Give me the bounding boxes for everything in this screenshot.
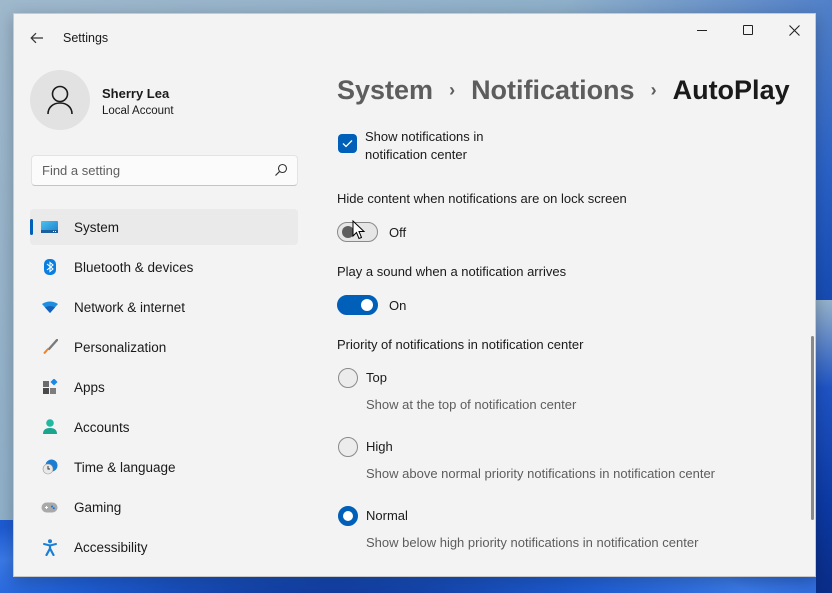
hide-content-state: Off: [389, 225, 407, 240]
priority-label: Priority of notifications in notificatio…: [337, 337, 584, 352]
account-type: Local Account: [102, 105, 174, 117]
sidebar-item-label: Network & internet: [74, 300, 186, 315]
active-indicator: [30, 219, 33, 235]
sidebar-item-bluetooth[interactable]: Bluetooth & devices: [30, 249, 298, 285]
priority-option-top-description: Show at the top of notification center: [366, 397, 577, 412]
sidebar-item-accounts[interactable]: Accounts: [30, 409, 298, 445]
priority-radio-high[interactable]: [338, 437, 358, 457]
close-icon: [788, 24, 800, 36]
breadcrumb-notifications[interactable]: Notifications: [471, 75, 635, 106]
sidebar-item-label: Gaming: [74, 500, 122, 515]
desktop-wallpaper-edge: [816, 300, 832, 593]
sidebar-item-gaming[interactable]: Gaming: [30, 489, 298, 525]
sidebar-item-label: Accessibility: [74, 540, 148, 555]
mouse-cursor-icon: [352, 220, 366, 240]
sidebar-item-apps[interactable]: Apps: [30, 369, 298, 405]
sidebar-item-label: Accounts: [74, 420, 130, 435]
minimize-icon: [697, 30, 707, 31]
title-bar: Settings: [14, 14, 815, 60]
priority-radio-top[interactable]: [338, 368, 358, 388]
sidebar-item-label: Bluetooth & devices: [74, 260, 194, 275]
maximize-button[interactable]: [725, 14, 771, 46]
person-icon: [47, 85, 73, 115]
close-button[interactable]: [771, 14, 815, 46]
search-input[interactable]: [32, 156, 262, 185]
play-sound-label: Play a sound when a notification arrives: [337, 264, 567, 279]
sidebar-item-label: System: [74, 220, 120, 235]
priority-radio-normal[interactable]: [338, 506, 358, 526]
breadcrumb-separator: ›: [449, 79, 456, 100]
breadcrumb-system[interactable]: System: [337, 75, 433, 106]
app-title: Settings: [63, 31, 109, 45]
sidebar-item-time-language[interactable]: Time & language: [30, 449, 298, 485]
paintbrush-icon: [41, 339, 58, 355]
sidebar-item-system[interactable]: System: [30, 209, 298, 245]
play-sound-toggle[interactable]: [337, 295, 378, 315]
sidebar-nav: System Bluetooth & devices Network & int…: [30, 209, 298, 569]
priority-option-normal-description: Show below high priority notifications i…: [366, 535, 699, 550]
sidebar-item-label: Time & language: [74, 460, 176, 475]
settings-window: Settings Sherry Lea Local Account Find a…: [13, 13, 816, 577]
hide-content-label: Hide content when notifications are on l…: [337, 191, 627, 206]
show-in-center-checkbox[interactable]: [338, 134, 357, 153]
maximize-icon: [743, 25, 753, 35]
page-title: AutoPlay: [672, 74, 790, 105]
gamepad-icon: [41, 499, 58, 515]
sidebar-item-personalization[interactable]: Personalization: [30, 329, 298, 365]
priority-option-high-description: Show above normal priority notifications…: [366, 466, 716, 481]
show-in-center-label: Show notifications in notification cente…: [365, 129, 484, 162]
priority-option-top-label[interactable]: Top: [366, 370, 387, 385]
search-box: [31, 155, 298, 186]
search-icon[interactable]: [274, 163, 288, 177]
sidebar-item-label: Personalization: [74, 340, 167, 355]
avatar: [30, 70, 90, 130]
minimize-button[interactable]: [679, 14, 725, 46]
wifi-icon: [41, 299, 58, 315]
time-language-icon: [41, 459, 58, 475]
breadcrumb-separator: ›: [650, 79, 657, 100]
bluetooth-icon: [41, 259, 58, 275]
apps-icon: [41, 379, 58, 395]
back-arrow-icon: [30, 32, 43, 44]
checkmark-icon: [342, 140, 353, 148]
accessibility-icon: [41, 538, 58, 556]
user-name: Sherry Lea: [102, 86, 170, 101]
sidebar-item-label: Apps: [74, 380, 105, 395]
toggle-knob: [361, 299, 373, 311]
priority-option-high-label[interactable]: High: [366, 439, 393, 454]
priority-option-normal-label[interactable]: Normal: [366, 508, 408, 523]
content-scrollbar[interactable]: [811, 336, 814, 520]
breadcrumb: System › Notifications › AutoPlay: [337, 72, 790, 108]
play-sound-state: On: [389, 298, 407, 313]
back-button[interactable]: [24, 26, 50, 50]
accounts-icon: [41, 419, 58, 435]
system-display-icon: [41, 219, 58, 235]
sidebar-item-accessibility[interactable]: Accessibility: [30, 529, 298, 565]
sidebar-item-network[interactable]: Network & internet: [30, 289, 298, 325]
